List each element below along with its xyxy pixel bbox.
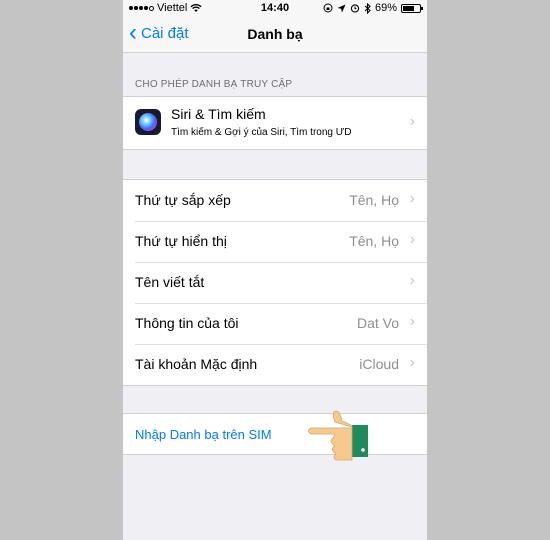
chevron-right-icon: › <box>409 272 415 289</box>
row-label: Tài khoản Mặc định <box>135 356 258 372</box>
import-sim-contacts-label: Nhập Danh bạ trên SIM <box>135 427 272 442</box>
row-label: Tên viết tắt <box>135 274 205 290</box>
default-account-row[interactable]: Tài khoản Mặc định iCloud › <box>123 344 427 385</box>
chevron-right-icon: › <box>409 313 415 330</box>
lock-rotation-icon <box>323 3 333 13</box>
row-label: Thông tin của tôi <box>135 315 239 331</box>
row-label: Thứ tự sắp xếp <box>135 192 231 208</box>
siri-icon <box>135 109 161 135</box>
row-label: Thứ tự hiển thị <box>135 233 227 249</box>
location-icon <box>337 4 346 12</box>
siri-row-subtitle: Tìm kiếm & Gợi ý của Siri, Tìm trong ƯD <box>171 127 352 138</box>
settings-group: Thứ tự sắp xếp Tên, Họ › Thứ tự hiển thị… <box>123 179 427 386</box>
short-name-row[interactable]: Tên viết tắt › <box>123 262 427 303</box>
pointing-hand-icon <box>308 410 368 461</box>
section-header: CHO PHÉP DANH BẠ TRUY CẬP <box>135 79 293 90</box>
row-value: iCloud <box>359 356 399 372</box>
page-title: Danh bạ <box>247 26 303 42</box>
import-group: Nhập Danh bạ trên SIM <box>123 413 427 455</box>
row-value: Tên, Họ <box>349 233 399 249</box>
battery-icon <box>401 3 423 13</box>
my-info-row[interactable]: Thông tin của tôi Dat Vo › <box>123 303 427 344</box>
chevron-right-icon: › <box>409 190 415 207</box>
siri-group: Siri & Tìm kiếm Tìm kiếm & Gợi ý của Sir… <box>123 96 427 150</box>
siri-row-title: Siri & Tìm kiếm <box>171 106 266 122</box>
row-value: Tên, Họ <box>349 192 399 208</box>
row-value: Dat Vo <box>356 315 399 331</box>
import-sim-contacts-button[interactable]: Nhập Danh bạ trên SIM <box>123 414 427 454</box>
chevron-right-icon: › <box>409 113 415 130</box>
status-right: 69% <box>323 2 423 14</box>
siri-search-row[interactable]: Siri & Tìm kiếm Tìm kiếm & Gợi ý của Sir… <box>123 97 427 149</box>
navigation-bar: ‹ Cài đặt Danh bạ <box>123 18 427 53</box>
battery-percent: 69% <box>374 2 397 14</box>
chevron-right-icon: › <box>409 354 415 371</box>
chevron-right-icon: › <box>409 231 415 248</box>
status-bar: Viettel 14:40 69% <box>123 0 427 18</box>
display-order-row[interactable]: Thứ tự hiển thị Tên, Họ › <box>123 221 427 262</box>
bluetooth-icon <box>364 2 371 14</box>
phone-screen: Viettel 14:40 69% ‹ Cài đặt Danh bạ CHO … <box>123 0 427 540</box>
alarm-icon <box>350 4 360 13</box>
sort-order-row[interactable]: Thứ tự sắp xếp Tên, Họ › <box>123 180 427 221</box>
